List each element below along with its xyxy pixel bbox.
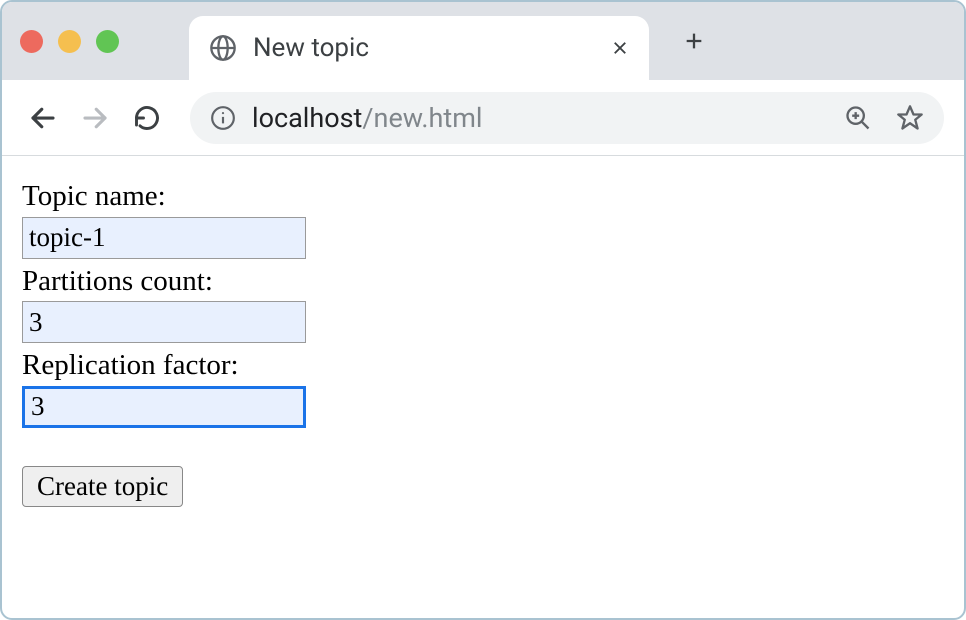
replication-label: Replication factor: <box>22 345 944 386</box>
partitions-input[interactable] <box>22 301 306 343</box>
replication-input[interactable] <box>22 386 306 428</box>
create-topic-button[interactable]: Create topic <box>22 466 183 507</box>
reload-button[interactable] <box>126 97 168 139</box>
url-host: localhost <box>252 102 362 134</box>
url-text: localhost/new.html <box>252 102 820 134</box>
maximize-window-button[interactable] <box>96 30 119 53</box>
bookmark-star-icon[interactable] <box>896 104 924 132</box>
close-tab-icon[interactable] <box>611 39 629 57</box>
toolbar: localhost/new.html <box>2 80 964 156</box>
zoom-icon[interactable] <box>844 104 872 132</box>
new-tab-icon[interactable] <box>683 30 705 52</box>
site-info-icon[interactable] <box>210 105 236 131</box>
close-window-button[interactable] <box>20 30 43 53</box>
globe-icon <box>209 34 237 62</box>
page-content: Topic name: Partitions count: Replicatio… <box>2 156 964 618</box>
topic-name-input[interactable] <box>22 217 306 259</box>
minimize-window-button[interactable] <box>58 30 81 53</box>
url-path: /new.html <box>362 102 482 134</box>
address-bar[interactable]: localhost/new.html <box>190 92 944 144</box>
topic-name-label: Topic name: <box>22 176 944 217</box>
window-controls <box>20 30 119 53</box>
browser-tab[interactable]: New topic <box>189 16 649 80</box>
tab-strip: New topic <box>2 2 964 80</box>
forward-button[interactable] <box>74 97 116 139</box>
tab-title: New topic <box>253 33 595 63</box>
back-button[interactable] <box>22 97 64 139</box>
partitions-label: Partitions count: <box>22 261 944 302</box>
browser-window: New topic <box>0 0 966 620</box>
